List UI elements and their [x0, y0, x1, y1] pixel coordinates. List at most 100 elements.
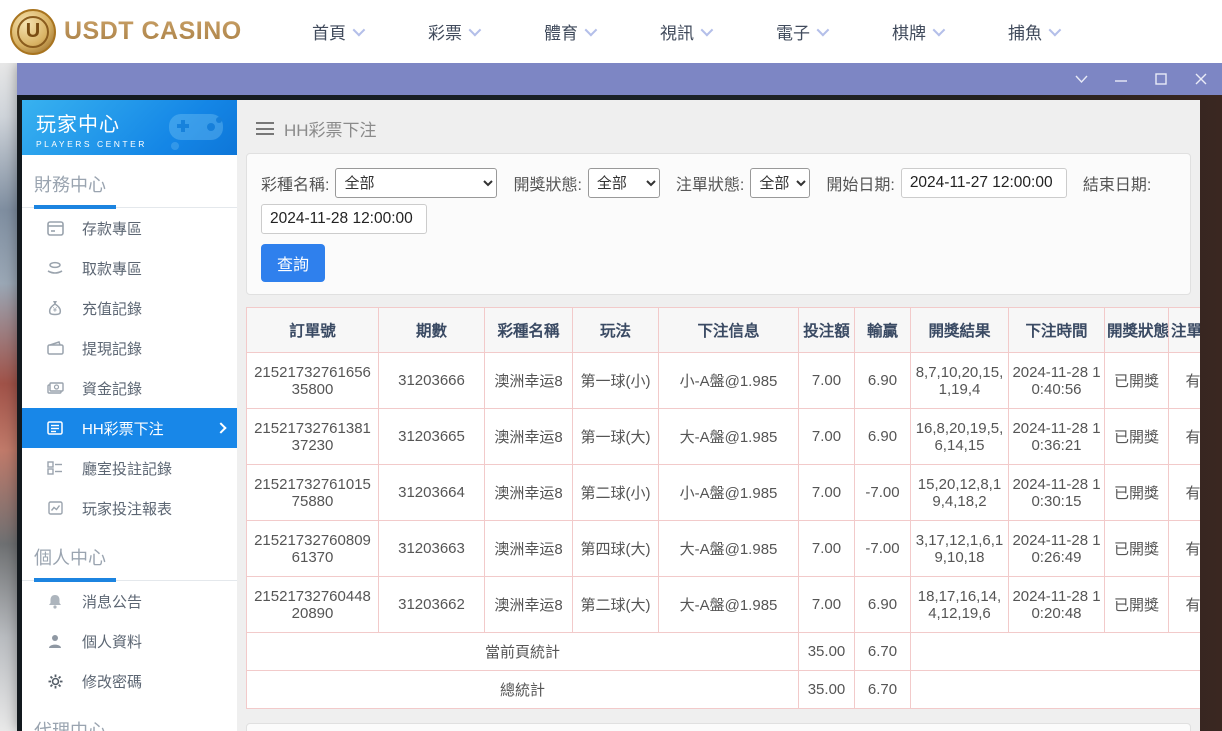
cell-order-id: 2152173276165635800 — [246, 352, 379, 409]
window-minimize-button[interactable] — [1114, 72, 1128, 86]
sidebar-item-funds-records[interactable]: 資金記錄 — [22, 368, 237, 408]
chevron-right-icon — [215, 422, 227, 434]
cell-order-id: 2152173276138137230 — [246, 408, 379, 465]
cell-bet-amount: 7.00 — [798, 408, 855, 465]
filter-panel: 彩種名稱: 全部 開獎狀態: 全部 注單狀態: 全部 開始日期: 2024-11… — [246, 153, 1191, 295]
sidebar-item-label: HH彩票下注 — [82, 420, 164, 438]
player-center-window: 玩家中心 PLAYERS CENTER 財務中心 存款專區 取款專區 ¥ 充值記… — [17, 63, 1222, 731]
cell-period: 31203665 — [378, 408, 485, 465]
col-win-loss: 輸贏 — [854, 307, 911, 353]
background-photo-strip — [0, 63, 17, 731]
sidebar-item-player-bet-report[interactable]: 玩家投注報表 — [22, 488, 237, 528]
query-button[interactable]: 查詢 — [261, 244, 326, 282]
draw-status-select[interactable]: 全部 — [587, 168, 660, 198]
section-title-personal: 個人中心 — [22, 528, 237, 582]
col-draw-result: 開獎結果 — [910, 307, 1009, 353]
table-row: 2152173276101575880 31203664 澳洲幸运8 第二球(小) 小-… — [246, 464, 1200, 521]
sidebar-item-withdrawal-records[interactable]: 提現記錄 — [22, 328, 237, 368]
sidebar-item-deposit[interactable]: 存款專區 — [22, 208, 237, 248]
sidebar-header: 玩家中心 PLAYERS CENTER — [22, 100, 237, 155]
cell-draw-status: 已開獎 — [1104, 464, 1169, 521]
window-maximize-button[interactable] — [1154, 72, 1168, 86]
sidebar-item-label: 充值記錄 — [82, 300, 143, 318]
nav-item-sports[interactable]: 體育 — [544, 19, 598, 44]
cell-lottery-name: 澳洲幸运8 — [484, 520, 573, 577]
sidebar-item-change-password[interactable]: 修改密碼 — [22, 661, 237, 701]
cell-lottery-name: 澳洲幸运8 — [484, 576, 573, 633]
cell-bet-info: 大-A盤@1.985 — [658, 408, 799, 465]
bets-table: 訂單號 期數 彩種名稱 玩法 下注信息 投注額 輸贏 開獎結果 下注時間 開獎狀… — [246, 307, 1200, 709]
cell-bet-time: 2024-11-28 10:26:49 — [1008, 520, 1105, 577]
cell-order-status: 有效 — [1168, 408, 1200, 465]
chevron-down-icon — [1048, 23, 1062, 37]
chevron-down-icon — [584, 23, 598, 37]
total-winloss-total: 6.70 — [854, 670, 911, 709]
sidebar-item-label: 資金記錄 — [82, 380, 143, 398]
cell-bet-info: 小-A盤@1.985 — [658, 464, 799, 521]
order-status-select[interactable]: 全部 — [750, 168, 811, 198]
coin-letter: U — [17, 15, 49, 48]
start-date-input[interactable] — [900, 168, 1067, 198]
chevron-down-icon — [468, 23, 482, 37]
menu-icon[interactable] — [256, 122, 274, 135]
nav-label: 彩票 — [428, 24, 462, 43]
cell-order-status: 有效 — [1168, 520, 1200, 577]
col-order-id: 訂單號 — [246, 307, 379, 353]
sidebar-item-label: 個人資料 — [82, 633, 143, 651]
logo[interactable]: U USDT CASINO — [10, 8, 260, 55]
nav-item-cards[interactable]: 棋牌 — [892, 19, 946, 44]
col-draw-status: 開獎狀態 — [1104, 307, 1169, 353]
nav-label: 電子 — [776, 24, 810, 43]
draw-status-label: 開獎狀態: — [513, 177, 582, 194]
summary-row-current-page: 當前頁統計 35.00 6.70 — [246, 632, 1200, 671]
window-close-button[interactable] — [1194, 72, 1208, 86]
cell-order-status: 有效 — [1168, 352, 1200, 409]
sidebar-item-label: 玩家投注報表 — [82, 500, 173, 518]
sidebar-item-profile[interactable]: 個人資料 — [22, 621, 237, 661]
nav-label: 棋牌 — [892, 24, 926, 43]
cell-draw-status: 已開獎 — [1104, 408, 1169, 465]
banknote-icon — [46, 379, 64, 397]
cell-play-type: 第一球(小) — [572, 352, 659, 409]
cell-order-id: 2152173276080961370 — [246, 520, 379, 577]
sidebar-item-recharge-records[interactable]: ¥ 充值記錄 — [22, 288, 237, 328]
cell-period: 31203666 — [378, 352, 485, 409]
sidebar-item-hall-bet-records[interactable]: 廳室投註記錄 — [22, 448, 237, 488]
section-title-agent: 代理中心 — [22, 701, 237, 731]
current-page-stats-label: 當前頁統計 — [246, 632, 799, 671]
main-nav: 首頁 彩票 體育 視訊 電子 棋牌 捕魚 — [312, 19, 1062, 44]
svg-text:¥: ¥ — [53, 307, 57, 314]
cell-win-loss: 6.90 — [854, 576, 911, 633]
user-icon — [46, 632, 64, 650]
nav-item-fishing[interactable]: 捕魚 — [1008, 19, 1062, 44]
window-titlebar — [17, 63, 1222, 95]
pagination-bar: 每頁顯示20條 共5条 首页 上一页 [1] 下一页 第 页 跳转 — [246, 723, 1191, 731]
cell-play-type: 第一球(大) — [572, 408, 659, 465]
current-page-winloss-total: 6.70 — [854, 632, 911, 671]
nav-item-slots[interactable]: 電子 — [776, 19, 830, 44]
sidebar-item-hh-lottery-bets[interactable]: HH彩票下注 — [22, 408, 237, 448]
cell-play-type: 第四球(大) — [572, 520, 659, 577]
order-status-label: 注單狀態: — [675, 177, 745, 194]
cell-bet-time: 2024-11-28 10:40:56 — [1008, 352, 1105, 409]
col-bet-time: 下注時間 — [1008, 307, 1105, 353]
nav-item-lottery[interactable]: 彩票 — [428, 19, 482, 44]
summary-row-total: 總統計 35.00 6.70 — [246, 670, 1200, 709]
cell-win-loss: 6.90 — [854, 352, 911, 409]
sidebar-item-announcements[interactable]: 消息公告 — [22, 581, 237, 621]
cell-play-type: 第二球(大) — [572, 576, 659, 633]
sidebar-item-withdraw[interactable]: 取款專區 — [22, 248, 237, 288]
col-bet-info: 下注信息 — [658, 307, 799, 353]
checklist-icon — [46, 459, 64, 477]
col-lottery-name: 彩種名稱 — [484, 307, 573, 353]
cell-lottery-name: 澳洲幸运8 — [484, 464, 573, 521]
lottery-name-select[interactable]: 全部 — [335, 168, 498, 198]
nav-label: 捕魚 — [1008, 24, 1042, 43]
end-date-input[interactable] — [261, 204, 427, 234]
nav-item-home[interactable]: 首頁 — [312, 19, 366, 44]
nav-label: 首頁 — [312, 24, 346, 43]
wallet-icon — [46, 339, 64, 357]
window-collapse-button[interactable] — [1074, 72, 1088, 86]
col-bet-amount: 投注額 — [798, 307, 855, 353]
nav-item-live[interactable]: 視訊 — [660, 19, 714, 44]
